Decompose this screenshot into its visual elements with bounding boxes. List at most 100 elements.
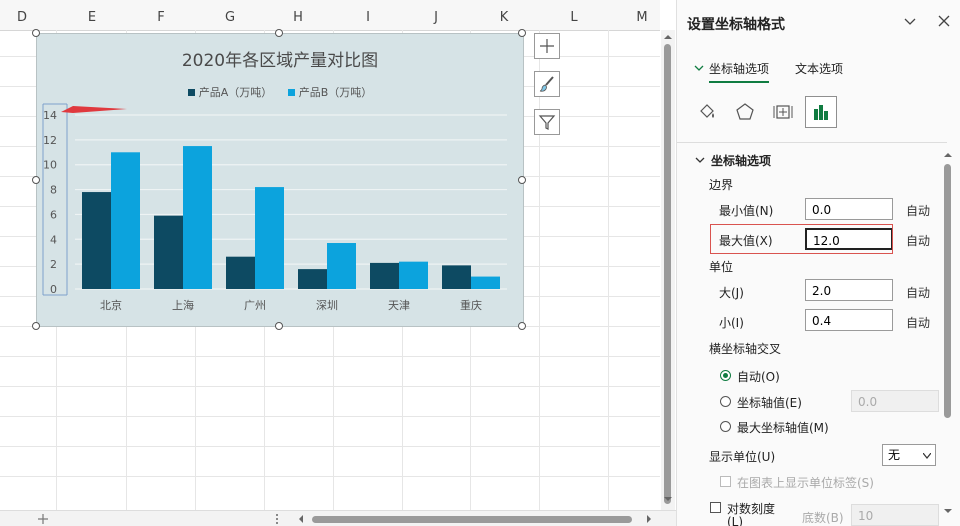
chart-area[interactable]: 2020年各区域产量对比图 产品A（万吨） 产品B（万吨） 0 2 4 6 8 10 12 1…: [36, 33, 524, 327]
pane-title: 设置坐标轴格式: [687, 17, 785, 33]
bar-chart-icon: [814, 105, 828, 120]
min-auto-label[interactable]: 自动: [906, 202, 930, 219]
x-tick-label: 北京: [100, 298, 122, 312]
cross-auto-label[interactable]: 自动(O): [737, 368, 780, 385]
pane-separator: [677, 142, 947, 143]
column-header-i[interactable]: I: [358, 0, 378, 30]
bar: [327, 243, 356, 289]
pane-scrollbar[interactable]: [941, 140, 959, 526]
chart-resize-handle-b[interactable]: [275, 322, 283, 330]
fill-line-button[interactable]: [691, 96, 723, 128]
bar: [111, 152, 140, 289]
max-auto-label[interactable]: 自动: [906, 232, 930, 249]
axis-options-button[interactable]: [805, 96, 837, 128]
vertical-scrollbar[interactable]: [661, 30, 675, 510]
bar: [154, 215, 183, 289]
chart-resize-handle-t[interactable]: [275, 29, 283, 37]
pane-scroll-thumb[interactable]: [944, 164, 951, 418]
tab-chevron-icon: [694, 65, 704, 71]
pane-scroll-down-icon: [944, 509, 952, 513]
sheet-tab-bar: [0, 510, 676, 526]
cross-auto-radio[interactable]: [720, 370, 731, 381]
cross-value-input[interactable]: 0.0: [851, 390, 939, 412]
chart-side-buttons: [534, 33, 560, 147]
bar: [226, 256, 255, 289]
x-tick-label: 广州: [244, 299, 266, 312]
brush-icon: [539, 76, 554, 92]
tab-text-options[interactable]: 文本选项: [795, 60, 843, 77]
section-axis-options[interactable]: 坐标轴选项: [711, 152, 771, 169]
column-header-e[interactable]: E: [82, 0, 102, 30]
column-header-j[interactable]: J: [426, 0, 446, 30]
bar: [183, 146, 212, 289]
column-header-m[interactable]: M: [632, 0, 652, 30]
chart-elements-button[interactable]: [534, 33, 560, 59]
column-header-f[interactable]: F: [151, 0, 171, 30]
display-units-value: 无: [888, 448, 901, 462]
chart-filters-button[interactable]: [534, 109, 560, 135]
chart-resize-handle-br[interactable]: [518, 322, 526, 330]
close-icon: [938, 15, 950, 27]
column-header-h[interactable]: H: [288, 0, 308, 30]
scroll-right-icon[interactable]: [644, 512, 654, 526]
y-tick-label: 4: [50, 233, 57, 246]
bar: [399, 261, 428, 289]
more-options-icon[interactable]: [274, 512, 280, 526]
y-tick-label: 8: [50, 184, 57, 197]
chart-resize-handle-tr[interactable]: [518, 29, 526, 37]
y-tick-label: 12: [43, 134, 57, 147]
major-unit-label: 大(J): [719, 286, 744, 300]
column-header-g[interactable]: G: [220, 0, 240, 30]
size-properties-button[interactable]: [767, 96, 799, 128]
minor-unit-input[interactable]: 0.4: [805, 309, 893, 331]
show-units-checkbox[interactable]: [720, 476, 731, 487]
bar: [255, 187, 284, 289]
plus-icon: [540, 39, 554, 53]
pane-options-button[interactable]: [903, 14, 917, 32]
major-unit-input[interactable]: 2.0: [805, 279, 893, 301]
cross-value-label[interactable]: 坐标轴值(E): [737, 394, 802, 411]
min-label: 最小值(N): [719, 204, 774, 218]
chevron-down-icon: [904, 18, 916, 25]
spreadsheet-area: D E F G H I J K L M 2020年各区域产量对比图 产品A（万吨…: [0, 0, 676, 526]
chart-styles-button[interactable]: [534, 71, 560, 97]
tab-axis-options[interactable]: 坐标轴选项: [709, 60, 770, 83]
max-value-highlight: [710, 224, 893, 254]
vertical-scroll-thumb[interactable]: [664, 44, 671, 504]
column-header-l[interactable]: L: [564, 0, 584, 30]
chart-resize-handle-l[interactable]: [32, 176, 40, 184]
log-base-input[interactable]: 10: [851, 504, 939, 526]
section-chevron-icon[interactable]: [695, 155, 705, 165]
filter-icon: [538, 115, 556, 130]
scroll-left-icon[interactable]: [296, 512, 306, 526]
minor-auto-label[interactable]: 自动: [906, 314, 930, 331]
format-axis-pane: 设置坐标轴格式 坐标轴选项 文本选项 坐标轴选项 边界 最小值(N) 0.0 自…: [676, 0, 960, 526]
cross-value-radio[interactable]: [720, 396, 731, 407]
effects-button[interactable]: [729, 96, 761, 128]
display-units-select[interactable]: 无: [882, 444, 936, 466]
log-scale-label-accel[interactable]: (L): [727, 515, 743, 526]
min-value-input[interactable]: 0.0: [805, 198, 893, 220]
bar: [82, 192, 111, 289]
y-tick-label: 0: [50, 283, 57, 296]
log-scale-checkbox[interactable]: [710, 502, 721, 513]
display-units-label: 显示单位(U): [709, 450, 776, 464]
scroll-up-icon: [664, 35, 672, 39]
chart-resize-handle-r[interactable]: [518, 176, 526, 184]
paint-bucket-icon: [700, 104, 714, 118]
column-header-k[interactable]: K: [494, 0, 514, 30]
chevron-down-icon: [923, 453, 931, 459]
major-auto-label[interactable]: 自动: [906, 284, 930, 301]
show-units-label[interactable]: 在图表上显示单位标签(S): [737, 474, 874, 491]
pane-close-button[interactable]: [937, 14, 951, 32]
x-tick-label: 重庆: [460, 298, 482, 312]
bar: [370, 262, 399, 289]
horizontal-scroll-thumb[interactable]: [312, 516, 632, 523]
cross-max-label[interactable]: 最大坐标轴值(M): [737, 419, 829, 436]
chart-resize-handle-tl[interactable]: [32, 29, 40, 37]
add-sheet-icon[interactable]: [36, 512, 50, 526]
x-tick-label: 天津: [388, 299, 410, 312]
column-header-d[interactable]: D: [12, 0, 32, 30]
chart-resize-handle-bl[interactable]: [32, 322, 40, 330]
cross-max-radio[interactable]: [720, 421, 731, 432]
